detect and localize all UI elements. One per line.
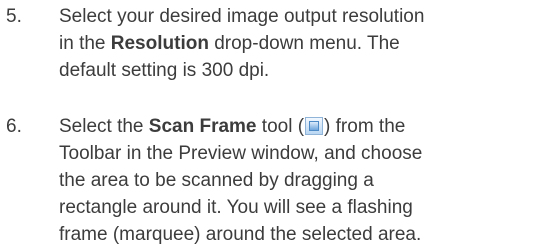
text-line: in the Resolution drop-down menu. The [59,30,545,57]
text-run: in the [59,33,111,54]
scan-frame-icon [305,117,324,135]
text-run: Select your desired image output resolut… [59,6,425,27]
text-line: Toolbar in the Preview window, and choos… [59,143,423,164]
text-run: Select the [59,116,149,137]
text-run: ) from the [324,116,406,137]
text-line: Select the Scan Frame tool ( ) from the [59,113,545,140]
text-run: drop-down menu. The [208,33,400,54]
text-line: Select your desired image output resolut… [59,3,545,30]
text-line: the area to be scanned by dragging a [59,170,374,191]
step-number: 6. [6,116,22,137]
step-number: 5. [6,6,22,27]
scan-frame-term: Scan Frame [148,116,257,137]
step-text: Select the Scan Frame tool ( ) from the T… [59,113,545,248]
resolution-term: Resolution [110,33,209,54]
step-text: Select your desired image output resolut… [59,3,545,84]
text-run: tool ( [256,116,305,137]
text-line: default setting is 300 dpi. [59,57,545,84]
text-line: rectangle around it. You will see a flas… [59,197,413,218]
text-line: frame (marquee) around the selected area… [59,224,422,245]
text-run: default setting is 300 dpi. [59,60,270,81]
